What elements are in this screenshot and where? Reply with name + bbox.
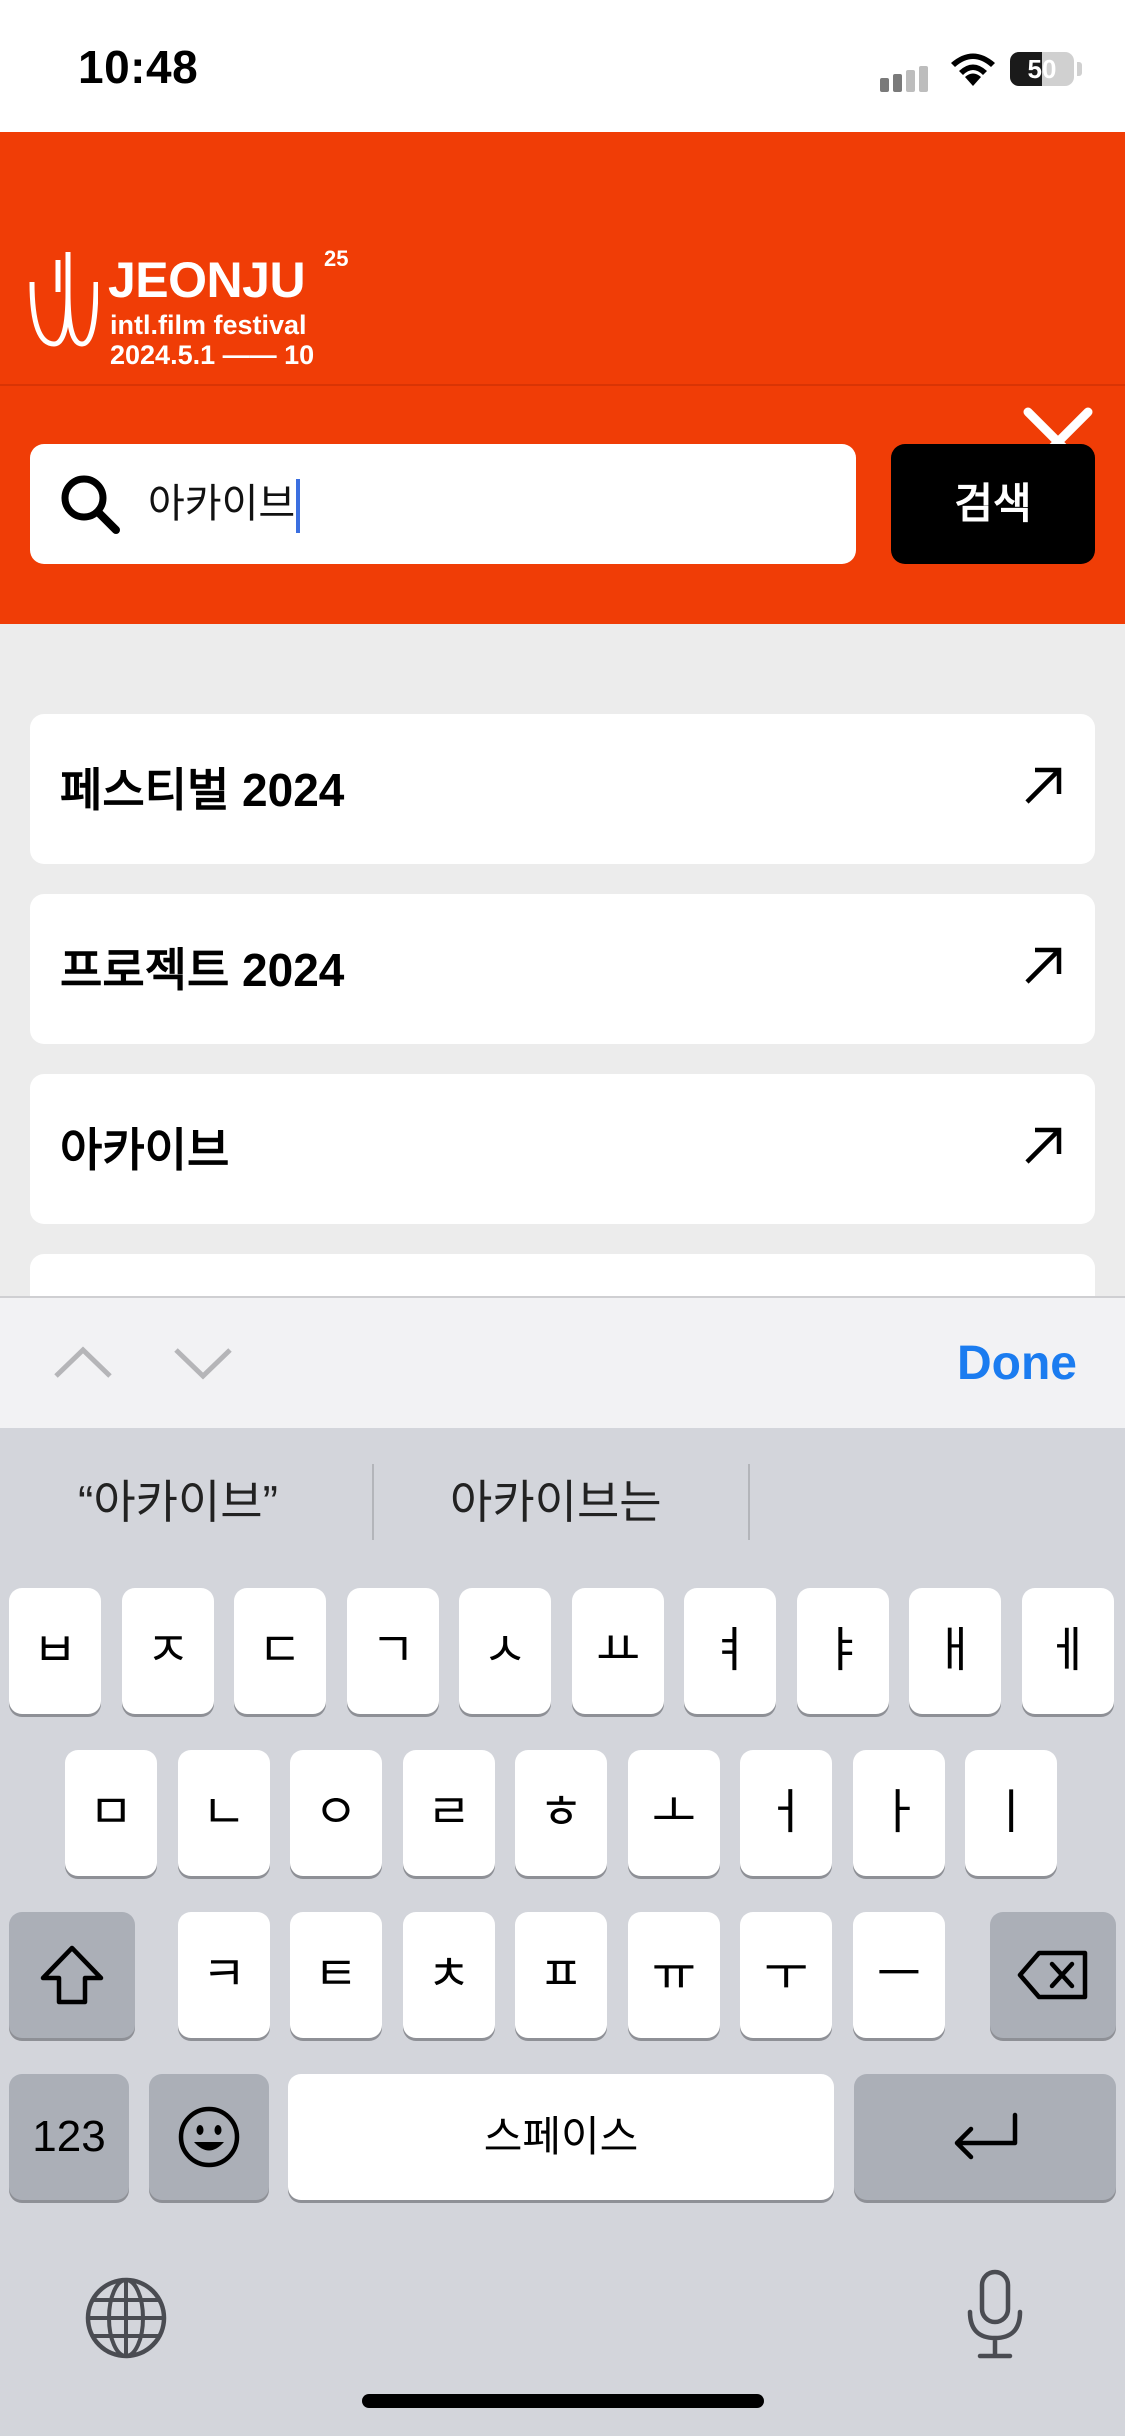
battery-level: 50 bbox=[1027, 54, 1057, 84]
key[interactable]: ㅌ bbox=[290, 1912, 382, 2038]
key[interactable]: ㅁ bbox=[65, 1750, 157, 1876]
logo-mark-icon bbox=[29, 252, 98, 347]
chevron-up-icon[interactable] bbox=[52, 1342, 114, 1382]
done-button[interactable]: Done bbox=[957, 1336, 1077, 1391]
suggestion-1[interactable]: “아카이브” bbox=[78, 1466, 278, 1532]
emoji-key[interactable] bbox=[149, 2074, 269, 2200]
festival-logo[interactable]: JEONJU 25 intl.film festival 2024.5.1 ――… bbox=[28, 246, 368, 372]
header: JEONJU 25 intl.film festival 2024.5.1 ――… bbox=[0, 132, 1125, 624]
shift-key[interactable] bbox=[9, 1912, 135, 2038]
list-item-label: 아카이브 bbox=[60, 1124, 230, 1176]
logo-dates: 2024.5.1 ―― 10 bbox=[110, 340, 315, 370]
header-divider bbox=[0, 384, 1125, 386]
list-item[interactable] bbox=[30, 1254, 1095, 1296]
key[interactable]: ㅓ bbox=[740, 1750, 832, 1876]
key[interactable]: ㅠ bbox=[628, 1912, 720, 2038]
key[interactable]: ㅗ bbox=[628, 1750, 720, 1876]
list-item-label: 페스티벌 2024 bbox=[60, 764, 345, 816]
key[interactable]: ㅔ bbox=[1022, 1588, 1114, 1714]
key[interactable]: ㅎ bbox=[515, 1750, 607, 1876]
suggestion-2[interactable]: 아카이브는 bbox=[450, 1466, 662, 1532]
key[interactable]: ㄴ bbox=[178, 1750, 270, 1876]
logo-subtitle: intl.film festival bbox=[110, 310, 307, 340]
key[interactable]: ㅈ bbox=[122, 1588, 214, 1714]
status-bar: 10:48 50 bbox=[0, 0, 1125, 132]
key[interactable]: ㄷ bbox=[234, 1588, 326, 1714]
space-key[interactable]: 스페이스 bbox=[288, 2074, 834, 2200]
key[interactable]: ㅅ bbox=[459, 1588, 551, 1714]
key[interactable]: ㅍ bbox=[515, 1912, 607, 2038]
chevron-down-icon[interactable] bbox=[172, 1342, 234, 1382]
search-input[interactable]: 아카이브 bbox=[30, 444, 856, 564]
key[interactable]: ㄹ bbox=[403, 1750, 495, 1876]
key[interactable]: ㄱ bbox=[347, 1588, 439, 1714]
battery-icon: 50 bbox=[1010, 52, 1074, 86]
list-item[interactable]: 프로젝트 2024 bbox=[30, 894, 1095, 1044]
home-indicator bbox=[362, 2394, 764, 2408]
key[interactable]: ㅏ bbox=[853, 1750, 945, 1876]
key[interactable]: ㅋ bbox=[178, 1912, 270, 2038]
return-icon bbox=[954, 2112, 1018, 2160]
key[interactable]: ㅊ bbox=[403, 1912, 495, 2038]
arrow-up-right-icon bbox=[1025, 1127, 1062, 1164]
search-icon bbox=[61, 475, 120, 534]
list-item-label: 프로젝트 2024 bbox=[60, 944, 345, 996]
results-list: 페스티벌 2024 프로젝트 2024 아카이브 bbox=[0, 624, 1125, 1296]
status-time: 10:48 bbox=[78, 41, 199, 93]
key[interactable]: ㅕ bbox=[684, 1588, 776, 1714]
key[interactable]: ㅇ bbox=[290, 1750, 382, 1876]
arrow-up-right-icon bbox=[1025, 767, 1062, 804]
shift-icon bbox=[40, 1945, 104, 2005]
key[interactable]: ㅛ bbox=[572, 1588, 664, 1714]
emoji-icon bbox=[178, 2106, 240, 2168]
backspace-icon bbox=[1017, 1950, 1088, 2000]
key[interactable]: ㅜ bbox=[740, 1912, 832, 2038]
search-input-value[interactable]: 아카이브 bbox=[148, 478, 301, 534]
arrow-up-right-icon bbox=[1025, 947, 1062, 984]
key[interactable]: ㅑ bbox=[797, 1588, 889, 1714]
key[interactable]: ㅂ bbox=[9, 1588, 101, 1714]
delete-key[interactable] bbox=[990, 1912, 1116, 2038]
text-cursor bbox=[296, 479, 301, 534]
keyboard-accessory-bar: Done bbox=[0, 1296, 1125, 1428]
list-item[interactable]: 페스티벌 2024 bbox=[30, 714, 1095, 864]
key[interactable]: ㅡ bbox=[853, 1912, 945, 2038]
return-key[interactable] bbox=[854, 2074, 1116, 2200]
search-button[interactable]: 검색 bbox=[891, 444, 1095, 564]
logo-name: JEONJU bbox=[108, 252, 306, 308]
cellular-signal-icon bbox=[880, 66, 932, 92]
keyboard: “아카이브” 아카이브는 ㅂ ㅈ ㄷ ㄱ ㅅ ㅛ ㅕ ㅑ ㅐ ㅔ ㅁ ㄴ ㅇ ㄹ… bbox=[0, 1428, 1125, 2436]
list-item[interactable]: 아카이브 bbox=[30, 1074, 1095, 1224]
logo-edition: 25 bbox=[324, 246, 349, 271]
numbers-key[interactable]: 123 bbox=[9, 2074, 129, 2200]
wifi-icon bbox=[951, 53, 995, 86]
globe-icon[interactable] bbox=[84, 2276, 168, 2360]
microphone-icon[interactable] bbox=[964, 2268, 1026, 2360]
key[interactable]: ㅣ bbox=[965, 1750, 1057, 1876]
key[interactable]: ㅐ bbox=[909, 1588, 1001, 1714]
